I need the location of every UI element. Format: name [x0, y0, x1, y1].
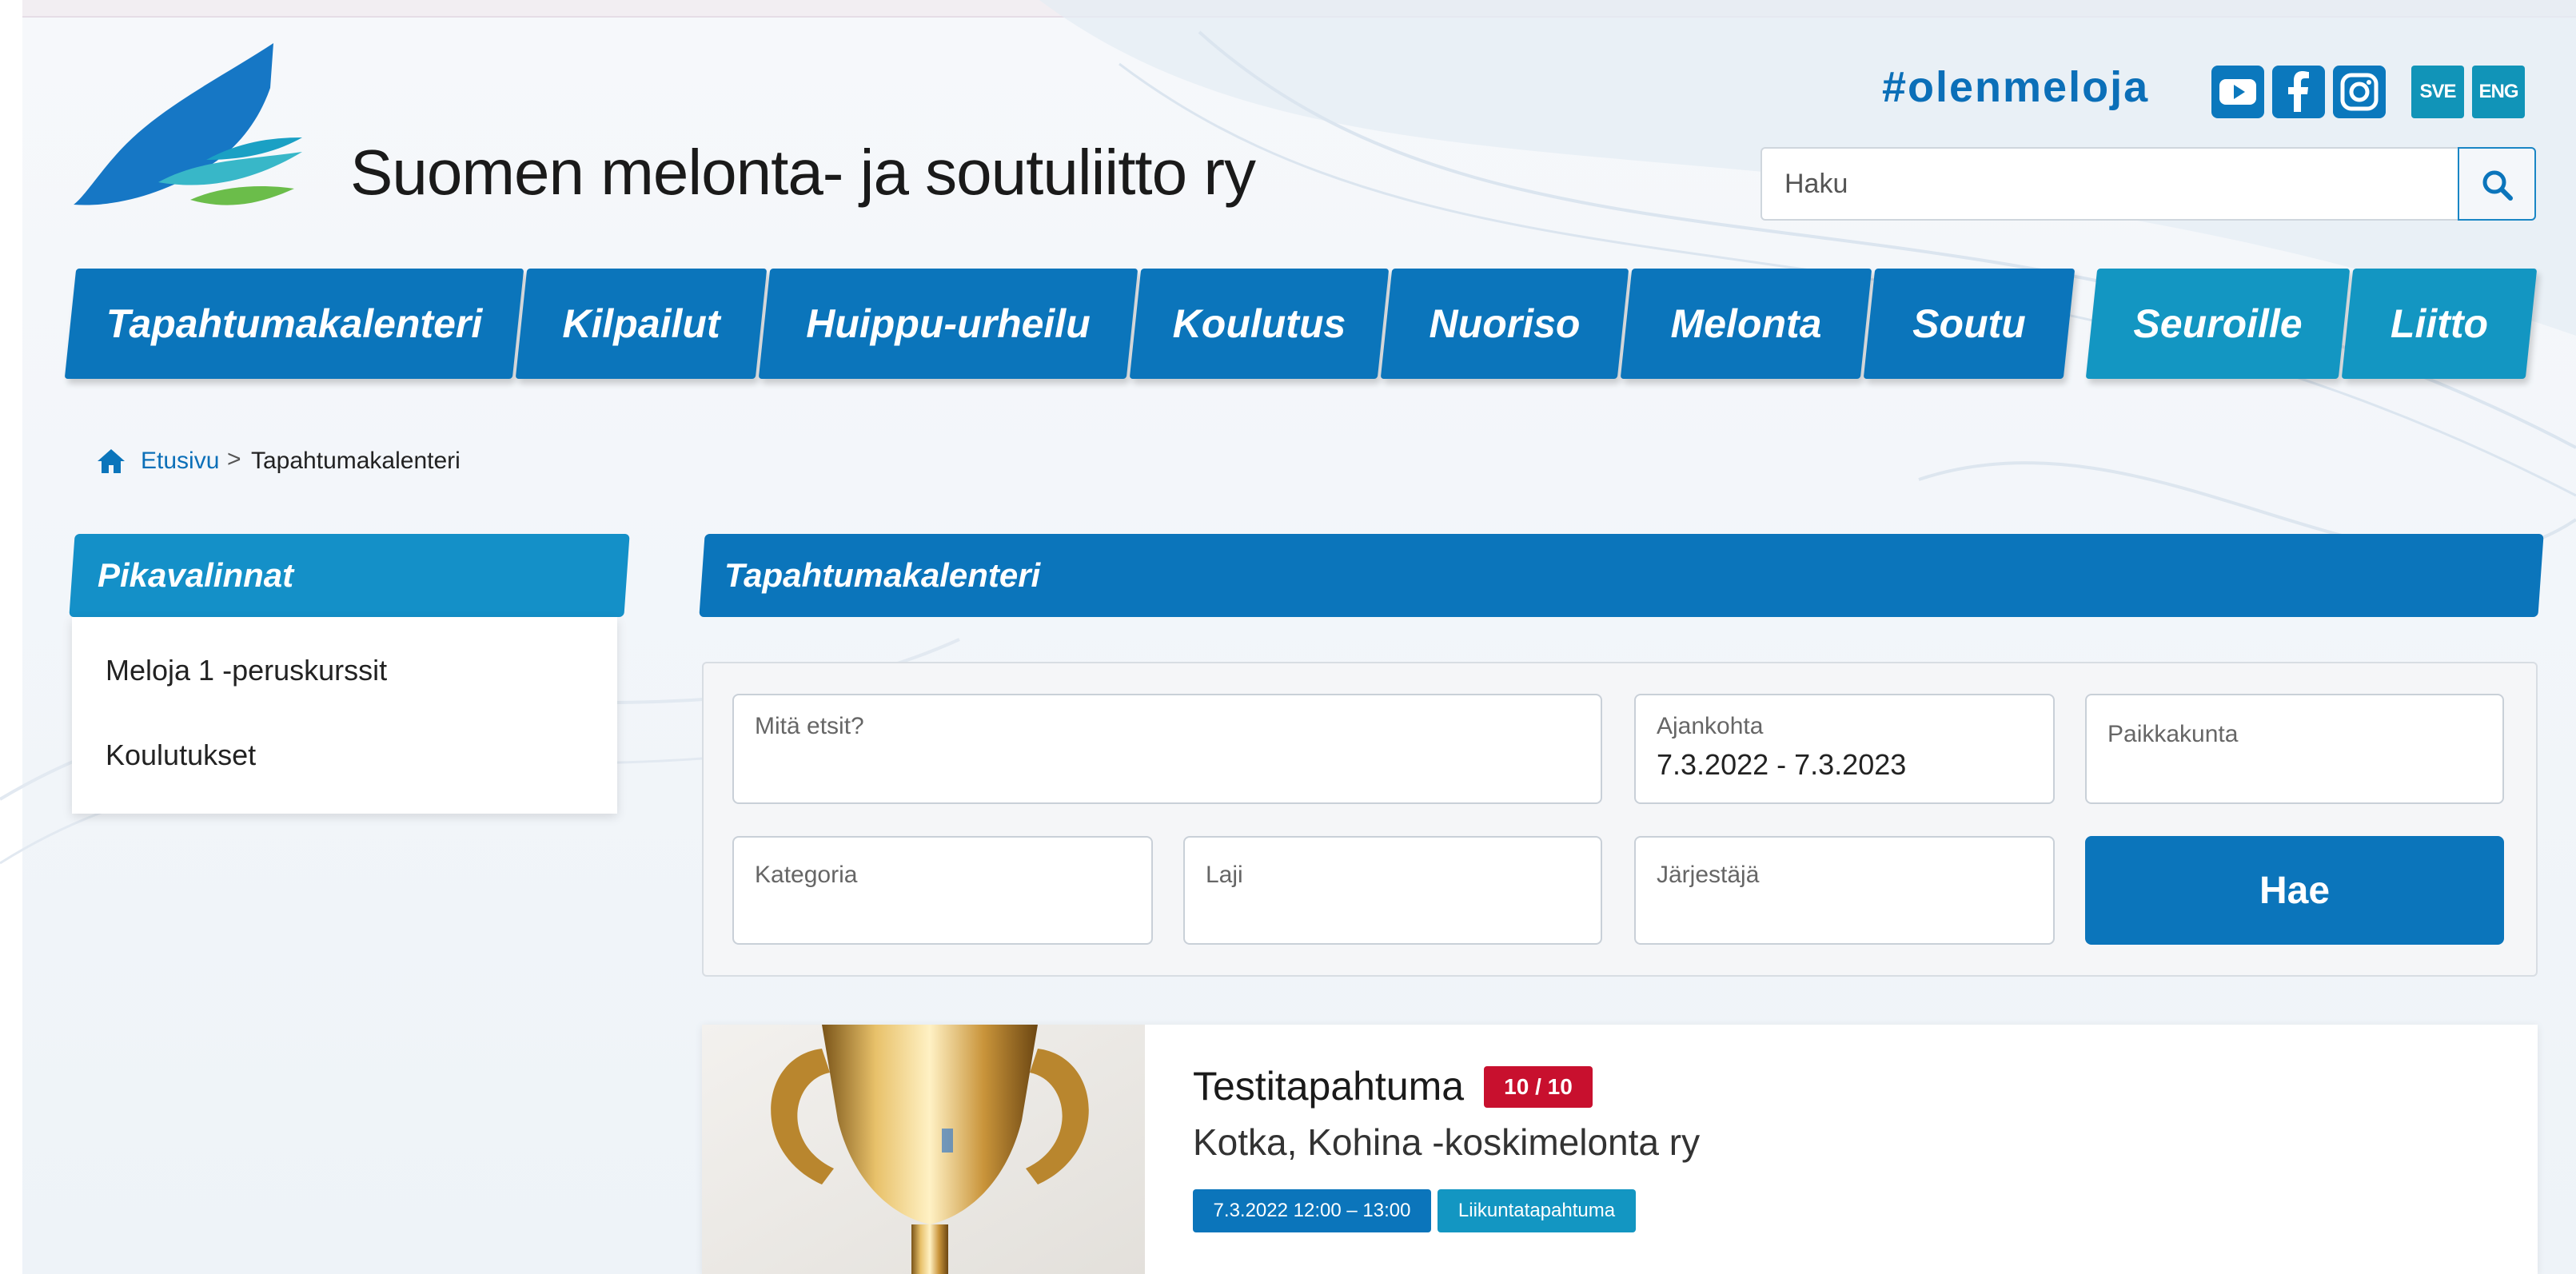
nav-soutu[interactable]: Soutu: [1869, 269, 2069, 379]
location-field[interactable]: [2085, 694, 2504, 804]
organizer-label: Järjestäjä: [1657, 862, 1760, 888]
nav-liitto[interactable]: Liitto: [2347, 269, 2531, 379]
nav-huippu-urheilu[interactable]: Huippu-urheilu: [764, 269, 1132, 379]
sidebar-link-meloja[interactable]: Meloja 1 -peruskurssit: [106, 654, 387, 687]
search-button[interactable]: [2458, 147, 2536, 221]
search-what-field[interactable]: [732, 694, 1602, 804]
breadcrumb-home[interactable]: Etusivu: [141, 448, 219, 475]
home-icon[interactable]: [96, 448, 126, 475]
language-sve[interactable]: SVE: [2411, 66, 2464, 118]
trophy-image: [702, 1025, 1145, 1274]
search-icon: [2482, 170, 2513, 201]
category-label: Kategoria: [755, 862, 858, 888]
breadcrumb-current: Tapahtumakalenteri: [251, 448, 461, 474]
event-datetime-tag: 7.3.2022 12:00 – 13:00: [1193, 1189, 1431, 1232]
event-title[interactable]: Testitapahtuma: [1193, 1063, 1464, 1109]
event-organizer: Kotka, Kohina -koskimelonta ry: [1193, 1121, 1701, 1163]
sidebar-title: Pikavalinnat: [98, 556, 294, 594]
sidebar-link-koulutukset[interactable]: Koulutukset: [106, 739, 256, 772]
left-strip: [0, 0, 22, 1274]
language-eng[interactable]: ENG: [2472, 66, 2525, 118]
top-strip: [0, 0, 2576, 18]
nav-nuoriso[interactable]: Nuoriso: [1386, 269, 1623, 379]
facebook-icon[interactable]: [2272, 66, 2325, 118]
page: Suomen melonta- ja soutuliitto ry #olenm…: [0, 0, 2576, 1274]
nav-kilpailut[interactable]: Kilpailut: [521, 269, 761, 379]
nav-melonta[interactable]: Melonta: [1626, 269, 1866, 379]
hashtag-link[interactable]: #olenmeloja: [1882, 62, 2149, 112]
event-category-tag: Liikuntatapahtuma: [1438, 1189, 1636, 1232]
instagram-icon[interactable]: [2333, 66, 2386, 118]
search-input[interactable]: [1762, 149, 2458, 219]
breadcrumb-separator: >: [227, 446, 241, 472]
date-value: 7.3.2022 - 7.3.2023: [1657, 748, 1907, 781]
sport-select[interactable]: [1183, 836, 1602, 945]
date-label: Ajankohta: [1657, 713, 1764, 739]
main-title: Tapahtumakalenteri: [724, 556, 1041, 594]
submit-search-button[interactable]: Hae: [2085, 836, 2504, 945]
category-select[interactable]: [732, 836, 1153, 945]
youtube-icon[interactable]: [2211, 66, 2264, 118]
event-capacity-badge: 10 / 10: [1484, 1066, 1593, 1108]
organizer-select[interactable]: [1634, 836, 2055, 945]
location-label: Paikkakunta: [2107, 721, 2239, 747]
search-what-label: Mitä etsit?: [755, 713, 864, 739]
nav-seuroille[interactable]: Seuroille: [2092, 269, 2344, 379]
nav-tapahtumakalenteri[interactable]: Tapahtumakalenteri: [70, 269, 518, 379]
sidebar-panel: [72, 617, 617, 814]
site-title[interactable]: Suomen melonta- ja soutuliitto ry: [350, 136, 1256, 209]
site-logo[interactable]: [70, 40, 302, 217]
nav-koulutus[interactable]: Koulutus: [1135, 269, 1383, 379]
sport-label: Laji: [1206, 862, 1243, 888]
